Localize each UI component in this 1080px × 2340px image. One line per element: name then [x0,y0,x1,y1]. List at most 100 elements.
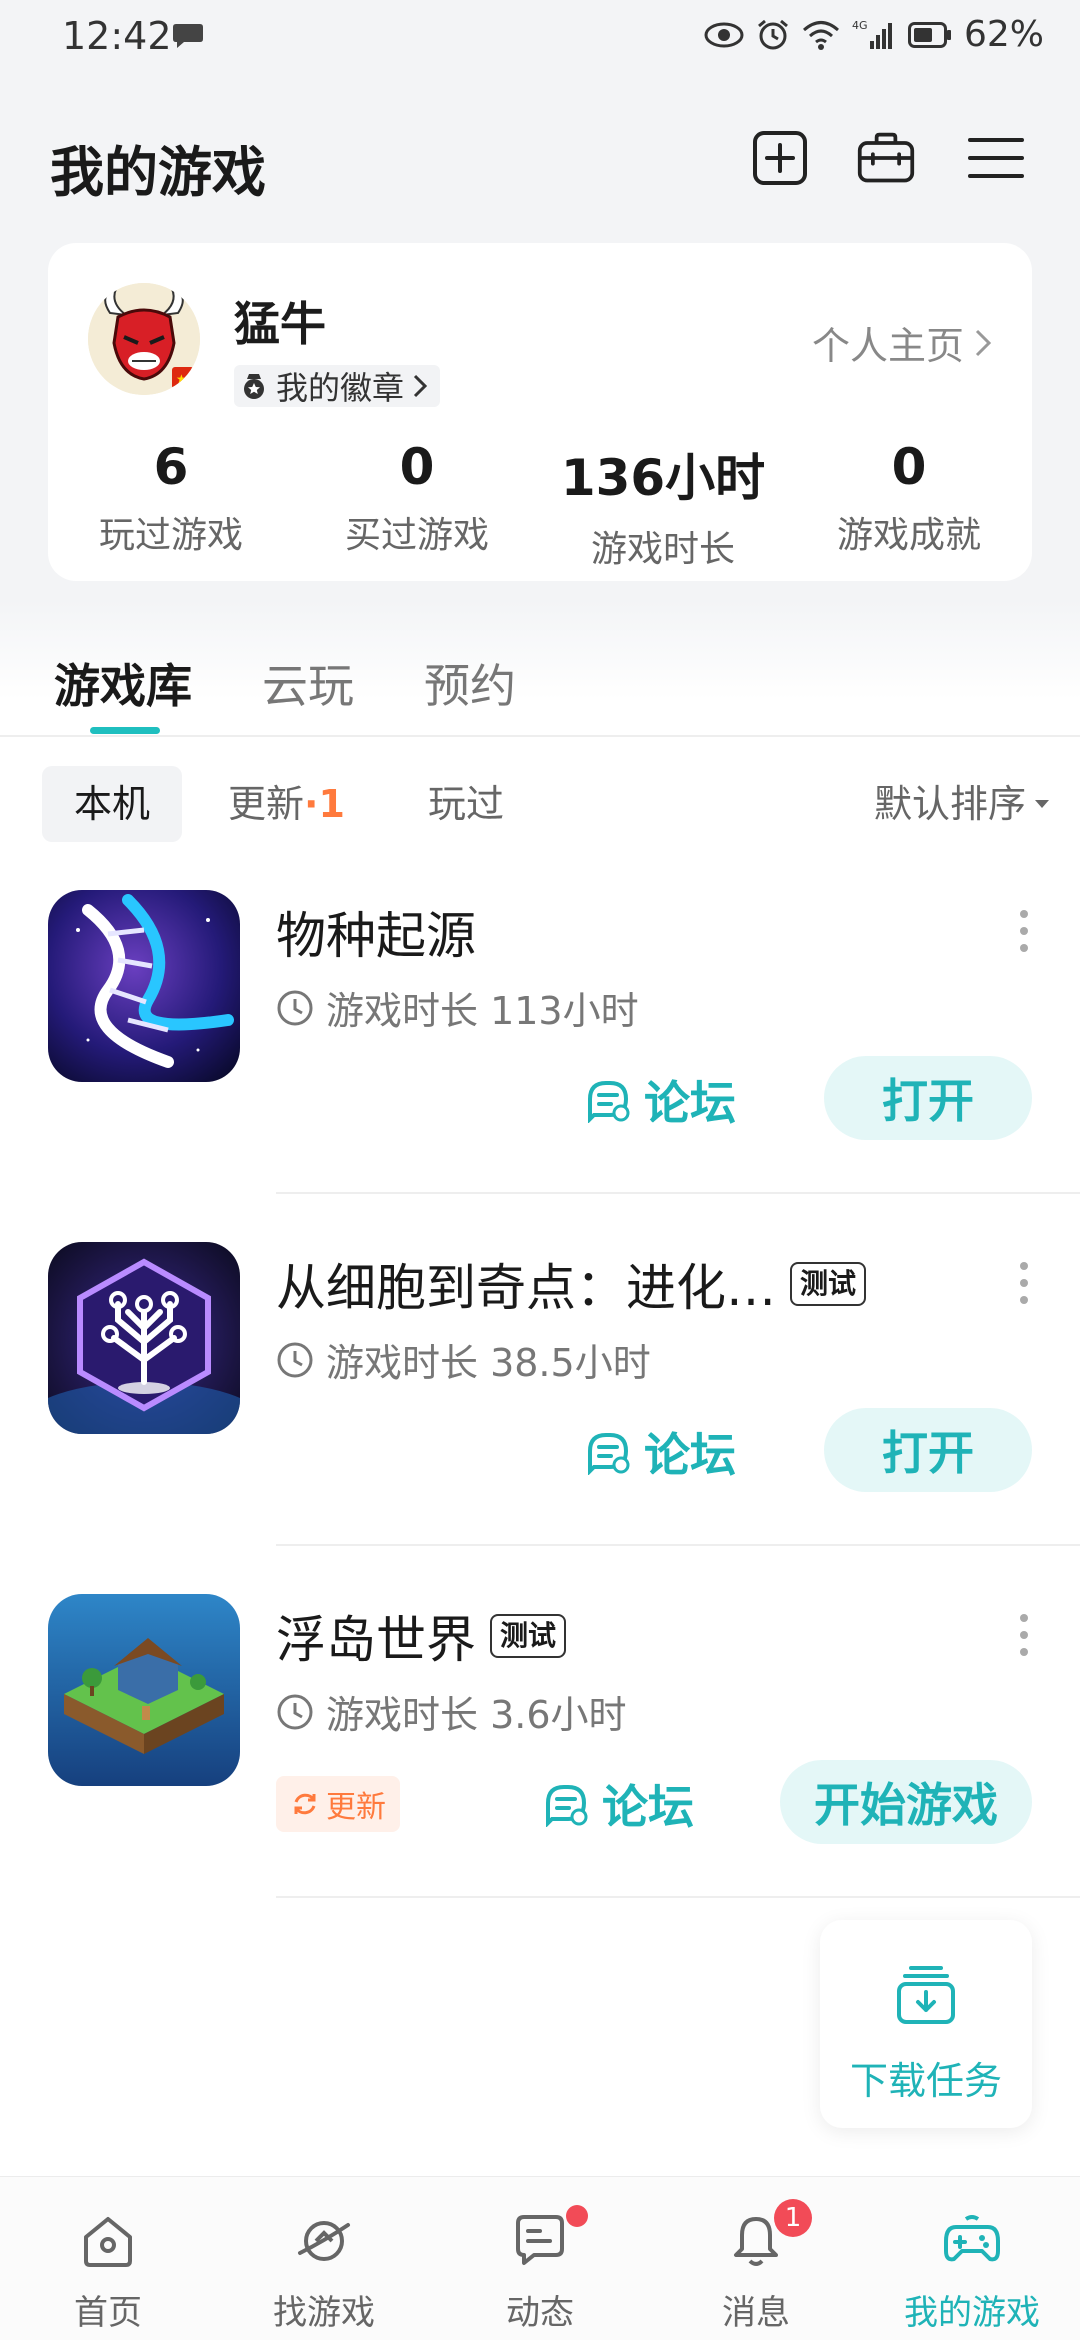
game-title: 浮岛世界 测试 [276,1600,567,1672]
beta-tag: 测试 [790,1262,867,1306]
divider [276,1544,1080,1546]
stat-play-time[interactable]: 136小时 游戏时长 [540,438,786,572]
my-badges-link[interactable]: 我的徽章 [234,365,441,407]
tab-cloud-play[interactable]: 云玩 [262,650,354,716]
forum-label: 论坛 [602,1780,694,1834]
nav-messages[interactable]: 1 消息 [648,2177,864,2340]
floating-island-game-artwork [48,1594,240,1786]
filter-local[interactable]: 本机 [42,766,183,842]
profile-card[interactable]: ★ 猛牛 我的徽章 个人主页 6 玩过游戏 0 买过游戏 136小时 游戏时长 … [48,243,1032,581]
forum-label: 论坛 [644,1428,736,1482]
nav-discover[interactable]: 找游戏 [216,2177,432,2340]
stat-label: 买过游戏 [344,515,489,556]
update-available-tag[interactable]: 更新 [276,1776,400,1832]
filter-updates-label: 更新 [228,782,305,826]
game-list-item[interactable]: 浮岛世界 测试 游戏时长 3.6小时 更新 论坛 开始游戏 [0,1594,1080,1946]
forum-button[interactable]: 论坛 [584,1058,736,1142]
divider [276,1192,1080,1194]
page-title: 我的游戏 [50,141,266,204]
refresh-icon [294,1793,316,1815]
menu-icon[interactable] [966,128,1026,188]
eye-icon [704,22,744,47]
filter-row: 本机 更新·1 玩过 默认排序 [42,766,1050,842]
active-tab-indicator [90,727,160,734]
tab-game-library[interactable]: 游戏库 [54,650,192,716]
download-tasks-label: 下载任务 [849,2059,1002,2103]
status-icons: 4G 62% [704,14,1044,55]
chat-notification-icon [173,24,203,48]
playtime-text: 游戏时长 113小时 [326,989,639,1033]
library-tabs: 游戏库 云玩 预约 [54,650,516,716]
add-game-icon[interactable] [750,128,810,188]
update-count-separator: · [304,782,319,826]
clock-icon [277,1694,313,1729]
alarm-icon [758,19,788,49]
start-game-button[interactable]: 开始游戏 [780,1760,1032,1844]
more-options-icon[interactable] [1016,1258,1032,1308]
tree-of-life-game-artwork [48,1242,240,1434]
feed-chat-icon [516,2215,564,2265]
game-playtime: 游戏时长 113小时 [276,980,639,1035]
clock-icon [277,990,313,1025]
battery-percentage: 62% [963,14,1044,55]
forum-icon [546,1785,588,1827]
wifi-icon [802,20,839,50]
nav-home[interactable]: 首页 [0,2177,216,2340]
game-title: 从细胞到奇点：进化… 测试 [276,1248,867,1320]
open-game-button[interactable]: 打开 [824,1056,1032,1140]
stat-achievements[interactable]: 0 游戏成就 [786,438,1032,572]
game-title-text: 浮岛世界 [276,1611,476,1669]
game-icon-cell-to-singularity[interactable] [48,1242,240,1434]
personal-homepage-link[interactable]: 个人主页 [812,315,992,370]
badge-icon [244,374,264,399]
svg-text:★: ★ [176,372,187,386]
game-title: 物种起源 [276,896,476,968]
playtime-text: 游戏时长 38.5小时 [326,1341,651,1385]
clock-icon [277,1342,313,1377]
gamepad-icon [944,2215,1000,2262]
planet-icon [298,2221,350,2261]
home-icon [84,2217,132,2267]
chevron-right-icon [975,329,992,356]
nav-feed[interactable]: 动态 [432,2177,648,2340]
more-options-icon[interactable] [1016,1610,1032,1660]
personal-homepage-label: 个人主页 [811,324,964,368]
nav-label: 找游戏 [273,2293,375,2333]
battery-icon [907,21,951,48]
svg-text:4G: 4G [852,19,868,32]
forum-button[interactable]: 论坛 [542,1762,694,1846]
filter-played[interactable]: 玩过 [428,766,504,842]
nav-label: 动态 [506,2293,574,2333]
open-game-button[interactable]: 打开 [824,1408,1032,1492]
cellular-signal-icon: 4G [852,19,892,49]
more-options-icon[interactable] [1016,906,1032,956]
toolbox-icon[interactable] [856,128,916,188]
tab-reservations[interactable]: 预约 [424,650,516,716]
game-list-item[interactable]: 从细胞到奇点：进化… 测试 游戏时长 38.5小时 论坛 打开 [0,1242,1080,1594]
forum-button[interactable]: 论坛 [584,1410,736,1494]
stat-value: 6 [153,438,189,496]
sort-dropdown[interactable]: 默认排序 [874,766,1050,842]
sort-label: 默认排序 [873,782,1026,826]
nav-label: 我的游戏 [904,2293,1040,2333]
game-icon-floating-island[interactable] [48,1594,240,1786]
game-title-text: 从细胞到奇点：进化… [276,1259,776,1317]
stat-value: 136小时 [560,449,766,507]
download-tasks-button[interactable]: 下载任务 [820,1920,1032,2128]
update-count: 1 [318,782,345,826]
username: 猛牛 [234,297,326,351]
forum-icon [588,1081,630,1123]
avatar[interactable]: ★ [88,283,200,395]
game-playtime: 游戏时长 38.5小时 [276,1332,651,1387]
status-bar: 12:42 4G 62% [0,0,1080,80]
game-list-item[interactable]: 物种起源 游戏时长 113小时 论坛 打开 [0,890,1080,1242]
game-icon-species-origin[interactable] [48,890,240,1082]
stat-bought-games[interactable]: 0 买过游戏 [294,438,540,572]
nav-my-games[interactable]: 我的游戏 [864,2177,1080,2340]
stat-played-games[interactable]: 6 玩过游戏 [48,438,294,572]
beta-tag: 测试 [490,1614,567,1658]
playtime-text: 游戏时长 3.6小时 [326,1693,627,1737]
game-title-text: 物种起源 [276,907,476,965]
unread-badge: 1 [774,2199,812,2237]
filter-updates[interactable]: 更新·1 [228,766,345,842]
